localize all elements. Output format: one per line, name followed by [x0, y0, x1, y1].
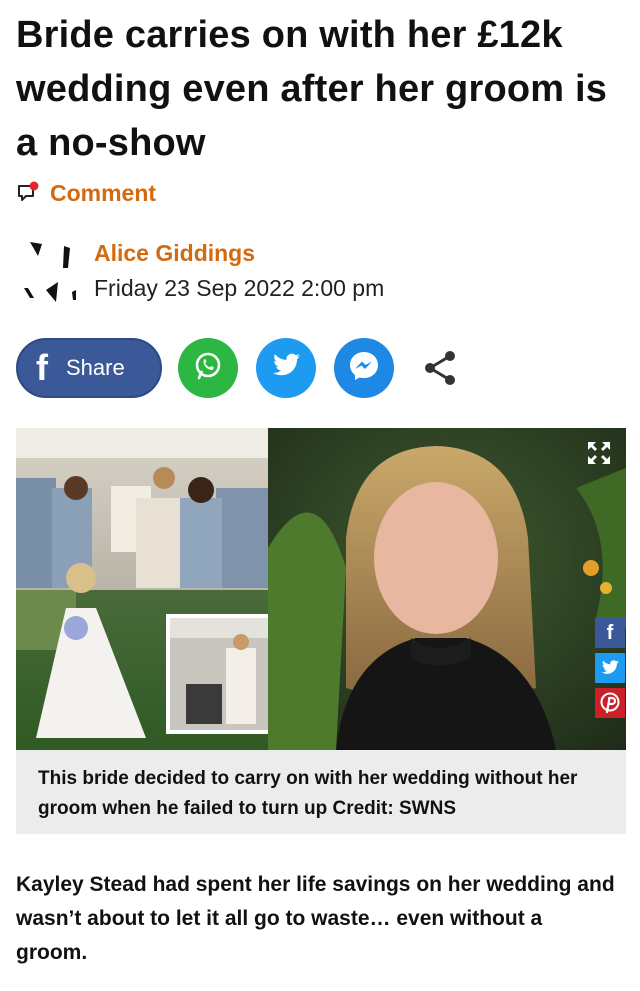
facebook-icon: f [36, 347, 48, 388]
wedding-photo-collage [16, 428, 626, 750]
image-caption: This bride decided to carry on with her … [16, 750, 626, 834]
facebook-share-button[interactable]: f Share [16, 338, 162, 398]
metro-logo-icon [16, 238, 86, 308]
author-byline: Alice Giddings Friday 23 Sep 2022 2:00 p… [16, 234, 616, 314]
twitter-icon[interactable] [595, 653, 625, 683]
article-lead: Kayley Stead had spent her life savings … [16, 873, 615, 964]
author-name[interactable]: Alice Giddings [94, 240, 255, 267]
expand-icon[interactable] [586, 440, 612, 466]
twitter-bird-icon [270, 352, 302, 385]
comment-bubble-icon [16, 181, 40, 205]
twitter-share-button[interactable] [256, 338, 316, 398]
comment-label: Comment [50, 179, 157, 206]
whatsapp-icon [191, 349, 225, 388]
facebook-share-label: Share [66, 355, 125, 380]
image-share-sidebar: f [595, 618, 627, 723]
messenger-share-button[interactable] [334, 338, 394, 398]
facebook-icon[interactable]: f [595, 618, 625, 648]
publish-date: Friday 23 Sep 2022 2:00 pm [94, 275, 385, 301]
share-icon[interactable] [420, 350, 460, 386]
comment-link[interactable]: Comment [16, 176, 156, 210]
pinterest-icon[interactable] [595, 688, 625, 718]
messenger-icon [346, 348, 382, 389]
share-bar: f Share [16, 338, 616, 400]
whatsapp-share-button[interactable] [178, 338, 238, 398]
article-hero-image[interactable] [16, 428, 626, 750]
article-headline: Bride carries on with her £12k wedding e… [16, 14, 608, 164]
